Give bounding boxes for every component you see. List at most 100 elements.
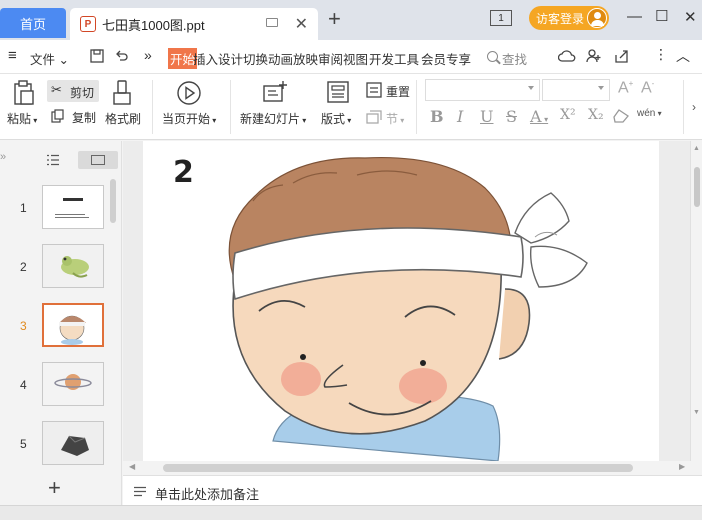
add-tab-button[interactable]: + — [328, 8, 341, 30]
thumbnail-image — [42, 362, 104, 406]
slide-thumbnail-5[interactable]: 5 — [0, 421, 122, 471]
layout-button[interactable]: 版式 ▾ — [321, 110, 351, 127]
superscript-button[interactable]: X² — [560, 107, 576, 123]
italic-button[interactable]: I — [457, 107, 463, 126]
underline-button[interactable]: U — [480, 107, 493, 126]
subscript-button[interactable]: X₂ — [588, 107, 604, 123]
menu-animation[interactable]: 动画 — [268, 49, 293, 68]
maximize-icon[interactable]: ☐ — [655, 7, 668, 25]
menu-transition[interactable]: 切换 — [243, 49, 268, 68]
scroll-left-icon[interactable]: ◀ — [129, 462, 135, 471]
scissors-icon: ✂ — [51, 82, 62, 97]
tab-preview-icon[interactable] — [266, 18, 278, 27]
scroll-up-icon[interactable]: ▲ — [693, 145, 700, 152]
cut-button[interactable]: ✂ 剪切 — [47, 80, 99, 102]
close-window-icon[interactable]: ✕ — [684, 8, 697, 26]
format-painter-icon[interactable] — [112, 80, 134, 106]
thumbnail-scrollbar[interactable] — [110, 179, 116, 223]
slide-editing-area: 2 — [123, 141, 690, 461]
eraser-icon[interactable] — [613, 109, 629, 123]
ribbon-separator — [230, 80, 231, 134]
home-tab[interactable]: 首页 — [0, 8, 66, 38]
collapse-panel-icon[interactable]: » — [0, 151, 6, 163]
thumbnail-image — [42, 244, 104, 288]
collapse-ribbon-icon[interactable]: ︿ — [676, 46, 690, 66]
scroll-down-icon[interactable]: ▼ — [693, 409, 700, 416]
hamburger-icon[interactable]: ≡ — [8, 47, 17, 64]
tab-close-icon[interactable]: ✕ — [295, 14, 308, 34]
scroll-right-icon[interactable]: ▶ — [679, 462, 685, 471]
add-slide-button[interactable]: + — [48, 477, 61, 499]
search-icon[interactable] — [487, 51, 498, 62]
font-color-button[interactable]: A ▾ — [530, 107, 548, 126]
play-from-current-button[interactable]: 当页开始 ▾ — [162, 110, 216, 127]
horizontal-scroll-thumb[interactable] — [163, 464, 633, 472]
outline-view-icon[interactable] — [46, 154, 60, 166]
visitor-login-button[interactable]: 访客登录 — [529, 6, 609, 30]
more-tools-icon[interactable]: » — [144, 47, 152, 63]
strikethrough-button[interactable]: S — [506, 107, 517, 126]
menu-developer[interactable]: 开发工具 — [369, 49, 419, 68]
ribbon-separator — [152, 80, 153, 134]
reset-icon — [366, 82, 382, 98]
current-slide[interactable]: 2 — [143, 141, 659, 461]
document-tab[interactable]: P 七田真1000图.ppt ✕ — [70, 8, 318, 40]
font-name-select[interactable] — [425, 79, 540, 101]
new-slide-icon[interactable] — [262, 80, 288, 104]
horizontal-scrollbar[interactable]: ◀ ▶ — [123, 461, 690, 475]
vertical-scroll-thumb[interactable] — [694, 167, 700, 207]
thumbnail-image — [42, 185, 104, 229]
slide-view-toggle[interactable] — [78, 151, 118, 169]
pinyin-guide-button[interactable]: wén ▾ — [637, 108, 662, 119]
menu-view[interactable]: 视图 — [343, 49, 368, 68]
save-icon[interactable] — [90, 49, 104, 63]
title-bar: 首页 P 七田真1000图.ppt ✕ + 1 访客登录 — ☐ ✕ — [0, 0, 702, 40]
slide-thumbnail-4[interactable]: 4 — [0, 362, 122, 412]
ribbon-separator — [416, 80, 417, 134]
menu-slideshow[interactable]: 放映 — [293, 49, 318, 68]
font-size-select[interactable] — [542, 79, 610, 101]
search-label[interactable]: 查找 — [502, 49, 527, 68]
format-painter-button[interactable]: 格式刷 — [105, 110, 141, 127]
menu-file[interactable]: 文件 ⌄ — [30, 49, 69, 68]
share-icon[interactable] — [614, 49, 630, 63]
slide-thumbnail-2[interactable]: 2 — [0, 244, 122, 294]
ribbon-separator — [683, 80, 684, 134]
status-bar — [0, 505, 702, 520]
layout-icon[interactable] — [326, 80, 350, 104]
slide-view-icon — [91, 155, 105, 165]
slide-thumbnail-1[interactable]: 1 — [0, 185, 122, 235]
vertical-scrollbar[interactable]: ▲ ▼ — [690, 141, 702, 461]
avatar-icon — [587, 8, 607, 28]
chevron-down-icon — [598, 86, 604, 90]
notes-icon — [134, 486, 146, 497]
play-icon[interactable] — [176, 80, 202, 106]
more-options-icon[interactable]: ⋮ — [654, 46, 668, 63]
font-size-increase-button[interactable]: A+ — [618, 79, 633, 97]
menu-design[interactable]: 设计 — [218, 49, 243, 68]
notes-pane[interactable]: 单击此处添加备注 — [123, 475, 702, 505]
menu-review[interactable]: 审阅 — [318, 49, 343, 68]
ribbon-scroll-right-icon[interactable]: › — [692, 100, 696, 114]
menu-bar: ≡ 文件 ⌄ » 开始 插入 设计 切换 动画 放映 审阅 视图 开发工具 会员… — [0, 40, 702, 74]
cloud-sync-icon[interactable] — [558, 49, 576, 63]
bold-button[interactable]: B — [430, 107, 444, 126]
menu-insert[interactable]: 插入 — [193, 49, 218, 68]
font-size-decrease-button[interactable]: A- — [641, 79, 654, 97]
chevron-down-icon — [528, 86, 534, 90]
slide-thumbnail-3[interactable]: 3 — [0, 303, 122, 353]
notes-placeholder: 单击此处添加备注 — [155, 487, 260, 502]
document-tab-title: 七田真1000图.ppt — [102, 17, 205, 33]
window-count-icon[interactable]: 1 — [490, 10, 512, 26]
boy-with-headband-illustration — [228, 156, 588, 461]
ribbon-toolbar: 粘贴 ▾ ✂ 剪切 复制 格式刷 当页开始 ▾ 新建幻灯片 ▾ 版式 ▾ 重置 … — [0, 74, 702, 140]
minimize-icon[interactable]: — — [627, 8, 642, 25]
paste-button[interactable]: 粘贴 ▾ — [7, 110, 37, 127]
menu-member[interactable]: 会员专享 — [421, 49, 471, 68]
collaborate-icon[interactable] — [586, 49, 602, 63]
undo-icon[interactable] — [115, 49, 129, 63]
paste-icon[interactable] — [12, 80, 36, 106]
new-slide-button[interactable]: 新建幻灯片 ▾ — [240, 110, 306, 127]
section-icon — [366, 110, 382, 124]
thumbnail-image — [42, 421, 104, 465]
